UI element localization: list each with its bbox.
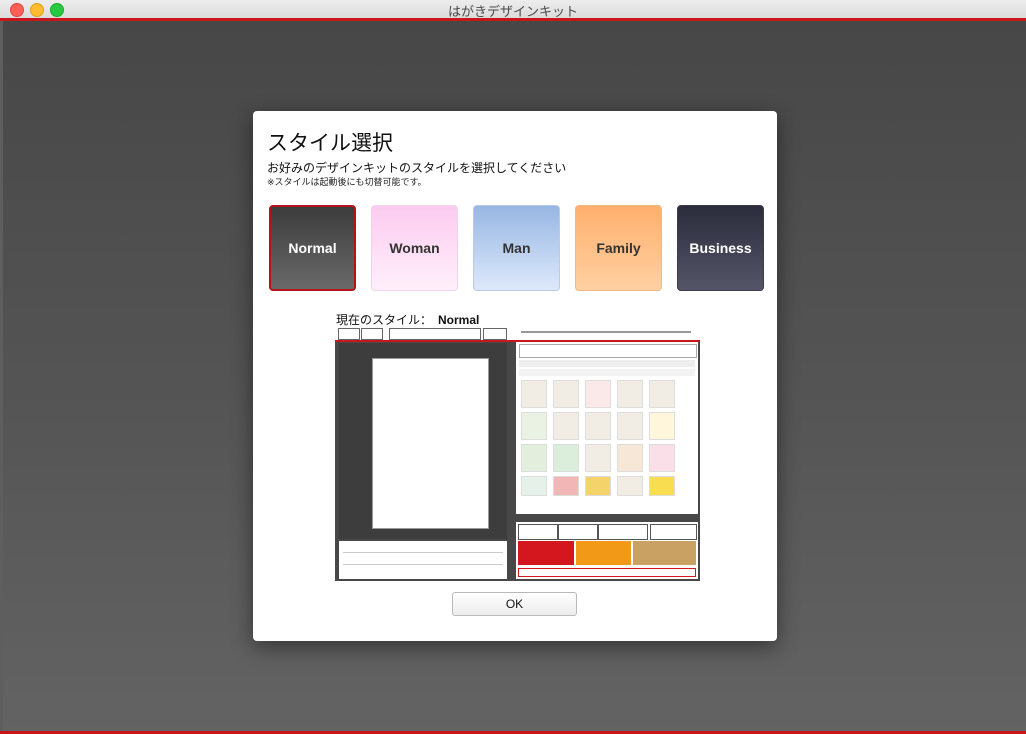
preview-canvas-area [339, 343, 507, 539]
style-normal-button[interactable]: Normal [269, 205, 356, 291]
preview-thumbnail-grid [521, 380, 681, 506]
current-style-label: 現在のスタイル： [336, 313, 433, 327]
preview-material-panel [516, 342, 698, 514]
window-titlebar: はがきデザインキット [0, 0, 1026, 21]
dialog-note: ※スタイルは起動後にも切替可能です。 [267, 178, 427, 188]
current-style-value: Normal [438, 313, 480, 327]
style-woman-button[interactable]: Woman [371, 205, 458, 291]
ok-button[interactable]: OK [452, 592, 577, 616]
style-family-button[interactable]: Family [575, 205, 662, 291]
preview-postcard [372, 358, 489, 529]
dialog-title: スタイル選択 [267, 131, 393, 155]
style-business-button[interactable]: Business [677, 205, 764, 291]
window-title: はがきデザインキット [447, 5, 578, 20]
preview-menubar [335, 326, 700, 342]
style-select-dialog: スタイル選択 お好みのデザインキットのスタイルを選択してください ※スタイルは起… [253, 111, 777, 641]
dialog-description: お好みのデザインキットのスタイルを選択してください [267, 161, 567, 175]
preview-toolbar [339, 541, 507, 579]
style-man-button[interactable]: Man [473, 205, 560, 291]
preview-action-panel [516, 522, 698, 579]
style-preview-image [335, 326, 700, 581]
